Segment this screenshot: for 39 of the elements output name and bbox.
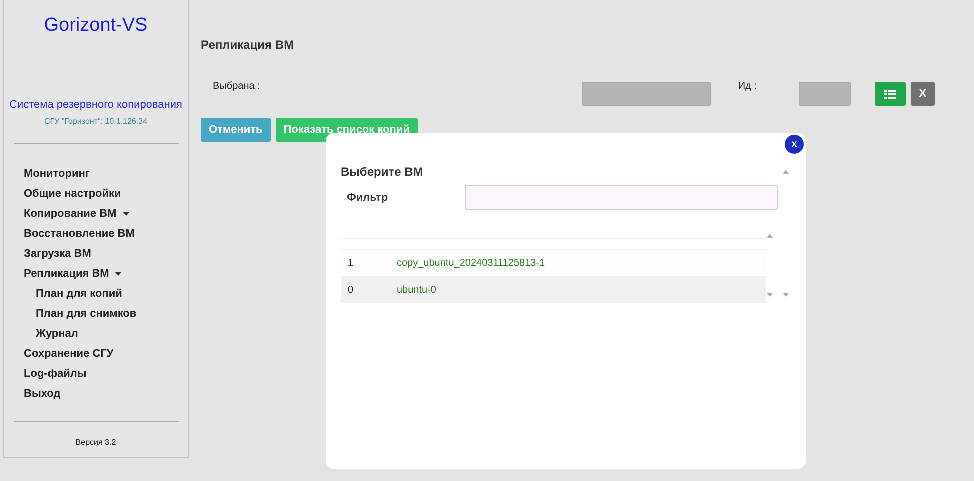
row-number: 1 xyxy=(347,258,355,268)
selected-field[interactable] xyxy=(582,82,712,106)
dialog-title: Выберите ВМ xyxy=(341,165,424,179)
vm-name: ubuntu-0 xyxy=(397,284,436,296)
close-button[interactable]: x xyxy=(785,135,804,154)
list-icon xyxy=(884,90,896,98)
menu-item[interactable]: Общие настройки xyxy=(24,184,122,204)
id-label: Ид : xyxy=(738,80,757,92)
menu-item[interactable]: Сохранение СГУ xyxy=(24,344,114,364)
menu-item[interactable]: Загрузка ВМ xyxy=(24,244,92,264)
selected-label: Выбрана : xyxy=(213,80,260,92)
filter-label: Фильтр xyxy=(346,192,390,204)
scroll-down-icon[interactable] xyxy=(783,293,789,297)
scroll-down-icon[interactable] xyxy=(767,293,773,297)
table-row[interactable]: 0 ubuntu-0 xyxy=(341,276,766,303)
menu-item[interactable]: Выход xyxy=(24,384,61,404)
menu-item[interactable]: План для копий xyxy=(24,284,122,304)
clear-button[interactable]: X xyxy=(910,82,935,106)
subtitle: Система резервного копирования xyxy=(10,99,182,111)
menu-item[interactable]: Репликация ВМ xyxy=(24,264,122,284)
caret-icon xyxy=(115,272,122,276)
menu-item[interactable]: Копирование ВМ xyxy=(24,204,130,224)
menu-item[interactable]: Журнал xyxy=(24,324,78,344)
host-label: СГУ "Горизонт": 10.1.126.34 xyxy=(44,117,148,126)
menu-item[interactable]: Log-файлы xyxy=(24,364,87,384)
menu-item[interactable]: План для снимков xyxy=(24,304,137,324)
menu-item[interactable]: Восстановление ВМ xyxy=(24,224,135,244)
scroll-up-icon[interactable] xyxy=(783,170,789,174)
menu-item[interactable]: Мониторинг xyxy=(24,164,90,184)
vm-name: copy_ubuntu_20240311125813-1 xyxy=(397,258,546,268)
filter-field[interactable] xyxy=(465,185,778,210)
scroll-up-icon[interactable] xyxy=(767,234,773,238)
id-field[interactable] xyxy=(798,82,851,106)
page-title: Репликация ВМ xyxy=(201,38,296,52)
logo-text: Gorizont-VS xyxy=(44,15,148,37)
row-number: 0 xyxy=(347,284,355,296)
caret-icon xyxy=(122,212,130,216)
list-button[interactable] xyxy=(874,82,906,106)
version-label: Версия 3.2 xyxy=(76,438,116,447)
